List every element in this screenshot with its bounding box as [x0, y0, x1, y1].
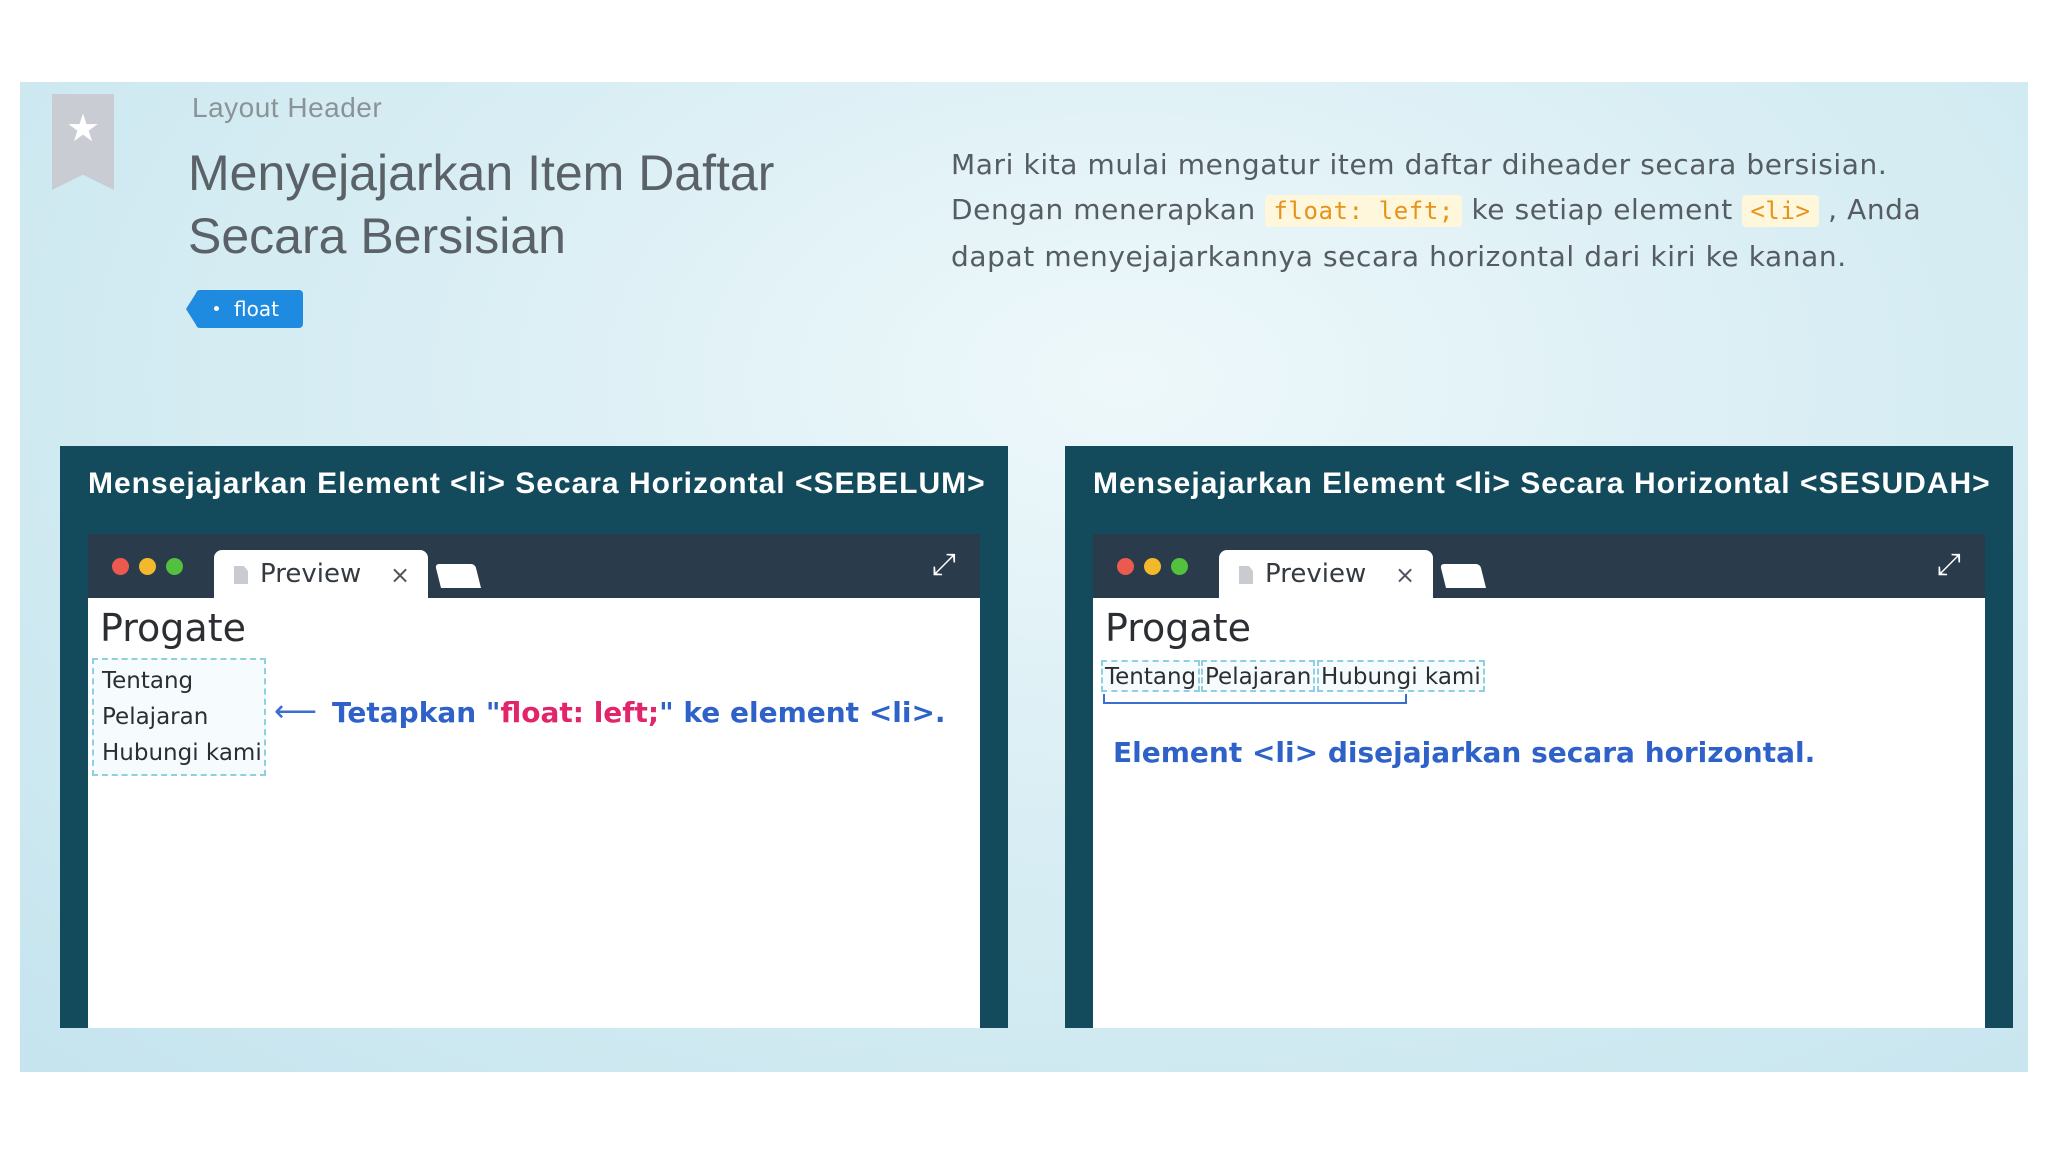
panel-after: Mensejajarkan Element <li> Secara Horizo…: [1065, 446, 2013, 1028]
tab-label: Preview: [1265, 559, 1367, 589]
nav-list-vertical: Tentang Pelajaran Hubungi kami: [92, 658, 266, 776]
bookmark-icon: ★: [52, 94, 114, 190]
title-line-2: Secara Bersisian: [188, 208, 566, 264]
close-window-button[interactable]: [112, 558, 129, 575]
bracket-line: [1103, 694, 1407, 704]
browser-toolbar: Preview × ⤢: [1093, 534, 1985, 598]
expand-icon[interactable]: ⤢: [1937, 550, 1961, 580]
document-icon: [234, 566, 248, 584]
title-line-1: Menyejajarkan Item Daftar: [188, 145, 775, 201]
tag-label: float: [234, 297, 279, 321]
browser-preview-before: Preview × ⤢ Progate Tentang Pelajaran Hu…: [88, 534, 980, 1028]
section-label: Layout Header: [192, 92, 383, 123]
annotation-code: float: left;: [500, 696, 660, 729]
code-li: <li>: [1742, 195, 1819, 227]
panel-title-before: Mensejajarkan Element <li> Secara Horizo…: [88, 467, 986, 500]
site-title: Progate: [1105, 606, 1251, 650]
tab-preview[interactable]: Preview ×: [1219, 550, 1433, 598]
new-tab-button[interactable]: [435, 564, 481, 588]
topic-tag[interactable]: float: [186, 290, 303, 328]
document-icon: [1239, 566, 1253, 584]
browser-toolbar: Preview × ⤢: [88, 534, 980, 598]
browser-preview-after: Preview × ⤢ Progate Tentang Pelajaran Hu…: [1093, 534, 1985, 1028]
minimize-window-button[interactable]: [1144, 558, 1161, 575]
annotation-after: Element <li> disejajarkan secara horizon…: [1113, 736, 1816, 769]
tag-hole-icon: [214, 306, 219, 311]
list-item: Hubungi kami: [1317, 660, 1485, 692]
maximize-window-button[interactable]: [166, 558, 183, 575]
list-item: Tentang: [1101, 660, 1201, 692]
close-tab-icon[interactable]: ×: [390, 560, 410, 590]
description-part-2: ke setiap element: [1461, 193, 1743, 226]
expand-icon[interactable]: ⤢: [932, 550, 956, 580]
left-arrow-icon: ⟵: [274, 694, 318, 729]
annotation-before: Tetapkan "float: left;" ke element <li>.: [332, 696, 946, 729]
site-title: Progate: [100, 606, 246, 650]
tab-label: Preview: [260, 559, 362, 589]
list-item: Pelajaran: [102, 704, 209, 730]
minimize-window-button[interactable]: [139, 558, 156, 575]
star-icon: ★: [65, 106, 101, 150]
description: Mari kita mulai mengatur item daftar dih…: [951, 142, 1961, 279]
tab-preview[interactable]: Preview ×: [214, 550, 428, 598]
panel-title-after: Mensejajarkan Element <li> Secara Horizo…: [1093, 467, 1991, 500]
list-item: Hubungi kami: [102, 740, 262, 766]
annotation-prefix: Tetapkan ": [332, 696, 501, 729]
close-window-button[interactable]: [1117, 558, 1134, 575]
code-float-left: float: left;: [1265, 195, 1462, 227]
new-tab-button[interactable]: [1440, 564, 1486, 588]
annotation-suffix: " ke element <li>.: [659, 696, 946, 729]
slide: ★ Layout Header Menyejajarkan Item Dafta…: [20, 82, 2028, 1072]
page-title: Menyejajarkan Item Daftar Secara Bersisi…: [188, 142, 828, 268]
panel-before: Mensejajarkan Element <li> Secara Horizo…: [60, 446, 1008, 1028]
list-item: Pelajaran: [1201, 660, 1316, 692]
maximize-window-button[interactable]: [1171, 558, 1188, 575]
close-tab-icon[interactable]: ×: [1395, 560, 1415, 590]
list-item: Tentang: [102, 668, 194, 694]
